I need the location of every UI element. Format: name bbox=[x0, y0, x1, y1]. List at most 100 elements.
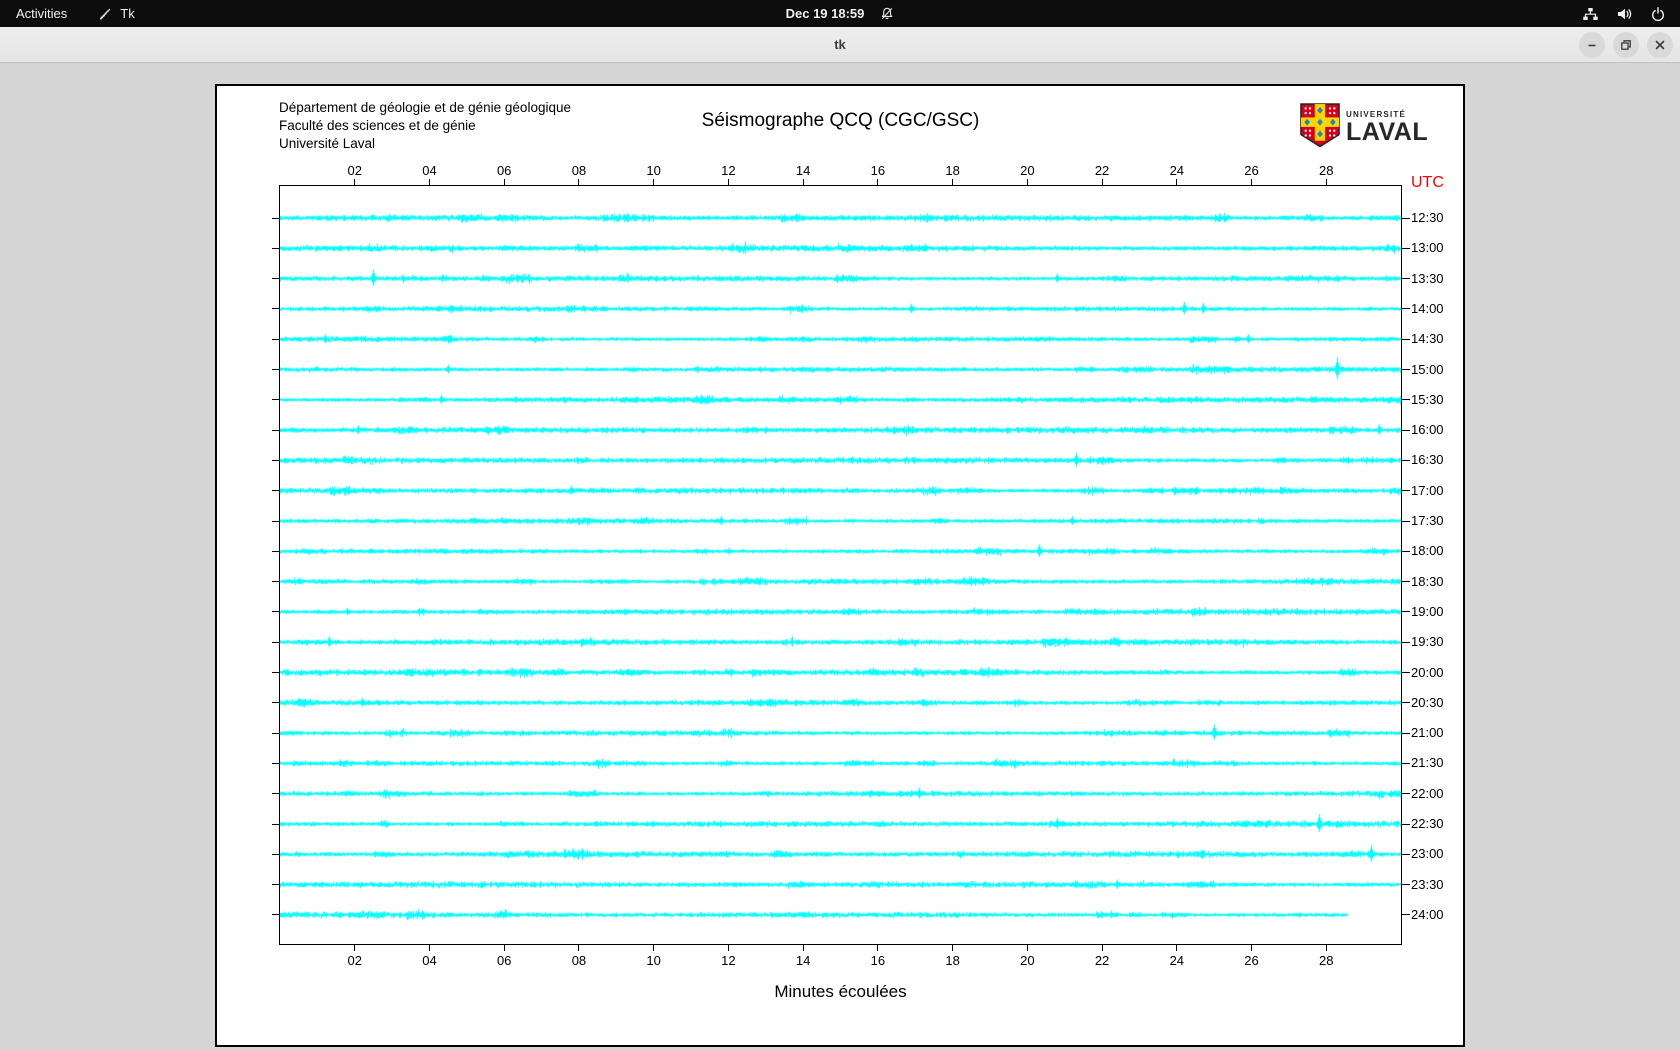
x-tick-label-top: 02 bbox=[347, 163, 362, 178]
x-tick-top bbox=[503, 179, 505, 185]
utc-time-label: 21:00 bbox=[1411, 725, 1444, 741]
trace-tick-left bbox=[272, 520, 279, 522]
x-tick-label-top: 28 bbox=[1319, 163, 1334, 178]
x-tick-label-bottom: 22 bbox=[1094, 953, 1110, 968]
trace-tick-left bbox=[272, 399, 279, 401]
clock-menu[interactable]: Dec 19 18:59 bbox=[786, 0, 895, 27]
x-tick-label-top: 06 bbox=[496, 163, 512, 178]
x-tick-label-top: 16 bbox=[870, 163, 886, 178]
minimize-button[interactable] bbox=[1579, 32, 1605, 58]
x-tick-top bbox=[727, 179, 729, 185]
x-tick-bottom bbox=[1026, 945, 1028, 951]
utc-time-label: 22:00 bbox=[1411, 785, 1444, 801]
trace-tick-left bbox=[272, 884, 279, 886]
x-tick-bottom bbox=[354, 945, 356, 951]
x-tick-top bbox=[1251, 179, 1253, 185]
utc-time-label: 14:00 bbox=[1411, 300, 1444, 316]
helicorder-plot-frame bbox=[279, 185, 1402, 945]
focused-app-name: Tk bbox=[120, 6, 135, 21]
network-wired-icon bbox=[1582, 6, 1599, 22]
trace-tick-left bbox=[272, 490, 279, 492]
trace-tick-left bbox=[272, 914, 279, 916]
utc-time-label: 17:30 bbox=[1411, 513, 1444, 528]
utc-time-label: 17:00 bbox=[1411, 482, 1444, 498]
utc-time-label: 16:00 bbox=[1411, 422, 1444, 438]
trace-tick-left bbox=[272, 338, 279, 340]
utc-time-label: 21:30 bbox=[1411, 755, 1444, 771]
chart-title: Séismographe QCQ (CGC/GSC) bbox=[701, 110, 980, 131]
trace-tick-right bbox=[1402, 823, 1410, 825]
utc-time-label: 23:30 bbox=[1411, 876, 1444, 892]
utc-time-label: 18:30 bbox=[1411, 573, 1444, 589]
x-tick-label-top: 10 bbox=[646, 163, 661, 178]
laval-logo-text: UNIVERSITÉ LAVAL bbox=[1346, 111, 1428, 145]
power-icon bbox=[1650, 6, 1666, 22]
trace-tick-left bbox=[272, 459, 279, 461]
trace-tick-right bbox=[1402, 581, 1410, 583]
seismogram-traces-canvas bbox=[280, 186, 1401, 944]
universite-laval-logo: UNIVERSITÉ LAVAL bbox=[1300, 103, 1428, 153]
window-titlebar: tk bbox=[0, 27, 1680, 63]
x-tick-label-top: 22 bbox=[1094, 163, 1110, 178]
gnome-top-bar: Activities Tk Dec 19 18:59 bbox=[0, 0, 1680, 27]
trace-tick-left bbox=[272, 369, 279, 370]
trace-tick-left bbox=[272, 308, 279, 310]
trace-tick-left bbox=[272, 550, 279, 552]
trace-tick-right bbox=[1402, 247, 1410, 249]
trace-tick-right bbox=[1402, 308, 1410, 310]
trace-tick-left bbox=[272, 641, 279, 643]
focused-app-indicator[interactable]: Tk bbox=[97, 6, 135, 22]
seismograph-canvas: Département de géologie et de génie géol… bbox=[215, 84, 1465, 1047]
x-tick-top bbox=[653, 179, 655, 185]
trace-tick-right bbox=[1402, 399, 1410, 401]
x-tick-top bbox=[1176, 179, 1178, 185]
x-tick-bottom bbox=[1101, 945, 1103, 951]
laval-logo-line2: LAVAL bbox=[1346, 118, 1429, 146]
trace-tick-right bbox=[1402, 914, 1410, 916]
tk-feather-icon bbox=[97, 6, 113, 22]
x-tick-bottom bbox=[578, 945, 580, 951]
x-tick-top bbox=[428, 179, 430, 185]
trace-tick-right bbox=[1402, 550, 1410, 552]
utc-time-label: 22:30 bbox=[1411, 816, 1444, 831]
clock-text: Dec 19 18:59 bbox=[785, 6, 865, 21]
x-tick-label-bottom: 18 bbox=[945, 953, 960, 968]
system-status-area[interactable] bbox=[1582, 6, 1680, 22]
x-tick-label-top: 24 bbox=[1169, 163, 1185, 178]
x-tick-top bbox=[578, 179, 580, 185]
bell-slash-icon bbox=[879, 6, 894, 21]
x-tick-label-bottom: 08 bbox=[571, 953, 587, 968]
trace-tick-right bbox=[1402, 762, 1410, 764]
x-tick-label-top: 08 bbox=[571, 163, 587, 178]
x-tick-label-bottom: 14 bbox=[795, 953, 811, 968]
utc-time-label: 15:30 bbox=[1411, 391, 1444, 407]
utc-time-label: 14:30 bbox=[1411, 331, 1444, 347]
window-controls bbox=[1579, 32, 1673, 58]
x-tick-bottom bbox=[727, 945, 729, 951]
x-axis-title: Minutes écoulées bbox=[774, 982, 907, 1001]
maximize-button[interactable] bbox=[1613, 32, 1639, 58]
trace-tick-left bbox=[272, 823, 279, 825]
utc-time-label: 24:00 bbox=[1411, 906, 1444, 922]
utc-time-label: 16:30 bbox=[1411, 452, 1444, 468]
trace-tick-right bbox=[1402, 884, 1410, 886]
trace-tick-left bbox=[272, 853, 279, 855]
trace-tick-right bbox=[1402, 338, 1410, 340]
x-tick-top bbox=[1026, 179, 1028, 185]
trace-tick-left bbox=[272, 247, 279, 249]
window-content-area: Département de géologie et de génie géol… bbox=[0, 63, 1680, 1050]
close-button[interactable] bbox=[1647, 32, 1673, 58]
x-tick-label-bottom: 10 bbox=[646, 953, 661, 968]
x-tick-label-bottom: 26 bbox=[1244, 953, 1259, 968]
x-tick-top bbox=[877, 179, 879, 185]
utc-time-label: 23:00 bbox=[1411, 846, 1444, 862]
trace-tick-right bbox=[1402, 702, 1410, 704]
x-tick-label-bottom: 20 bbox=[1020, 953, 1035, 968]
trace-tick-right bbox=[1402, 732, 1410, 734]
x-tick-label-bottom: 04 bbox=[422, 953, 437, 968]
activities-button[interactable]: Activities bbox=[16, 6, 67, 21]
x-tick-bottom bbox=[877, 945, 879, 951]
trace-tick-left bbox=[272, 762, 279, 764]
x-tick-label-bottom: 06 bbox=[496, 953, 512, 968]
laval-shield-icon bbox=[1300, 103, 1340, 153]
